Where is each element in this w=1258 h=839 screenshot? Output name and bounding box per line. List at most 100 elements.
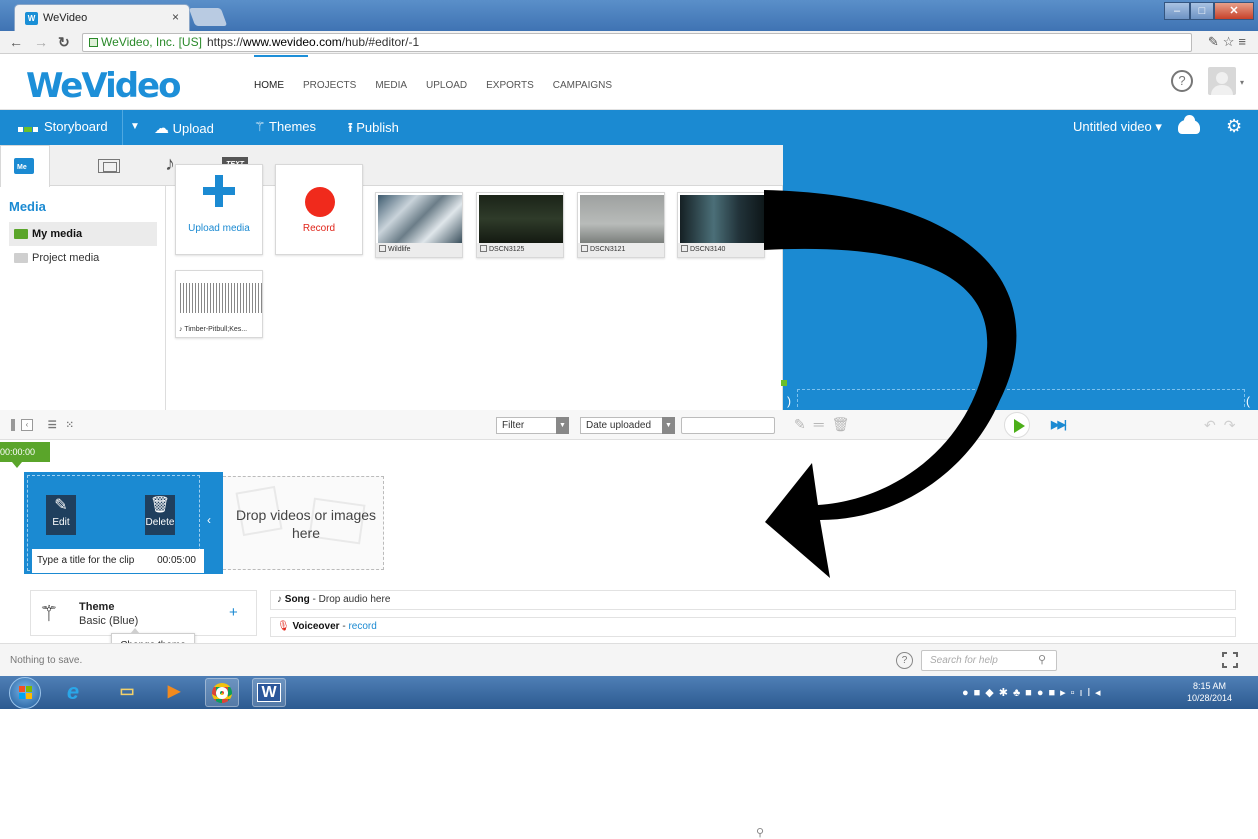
clip-collapse-icon[interactable]: ‹ — [207, 513, 211, 527]
menu-item-campaigns[interactable]: CAMPAIGNS — [553, 80, 612, 91]
chrome-icon[interactable] — [205, 678, 239, 707]
list-view-icon[interactable]: ☰ — [48, 420, 57, 431]
word-icon[interactable]: W — [252, 678, 286, 707]
avatar-caret-icon[interactable]: ▾ — [1240, 78, 1244, 87]
theme-title: Theme — [79, 601, 115, 613]
menu-item-home[interactable]: HOME — [254, 80, 284, 91]
video-title-menu[interactable]: Untitled video ▾ — [1073, 119, 1162, 135]
sidebar-item-my-media[interactable]: My media — [9, 222, 157, 246]
user-avatar[interactable] — [1208, 67, 1236, 95]
storyboard-mode-button[interactable]: Storyboard — [18, 119, 108, 135]
preview-scrub-track[interactable] — [797, 389, 1245, 407]
tab-close-icon[interactable]: × — [172, 10, 179, 24]
edit-clip-label: Edit — [52, 517, 70, 528]
upload-button[interactable]: ☁ Upload — [154, 119, 214, 137]
tab-my-media[interactable]: Me — [0, 145, 50, 187]
play-button[interactable] — [1004, 412, 1030, 438]
redo-icon[interactable]: ↷ — [1224, 417, 1244, 433]
url-text: https://www.wevideo.com/hub/#editor/-1 — [207, 34, 419, 51]
themes-button[interactable]: ⚚ Themes — [254, 119, 316, 135]
lock-icon — [89, 38, 98, 47]
record-tile[interactable]: Record — [275, 164, 363, 255]
new-tab-button[interactable] — [188, 8, 228, 26]
menu-item-upload[interactable]: UPLOAD — [426, 80, 467, 91]
help-search-input[interactable]: Search for help ⚲ — [921, 650, 1057, 671]
search-icon: ⚲ — [756, 827, 765, 839]
media-item-dscn3121[interactable]: DSCN3121 — [577, 192, 665, 258]
grid-view-icon[interactable]: ⁙ — [66, 420, 74, 431]
menu-item-projects[interactable]: PROJECTS — [303, 80, 356, 91]
filter-select[interactable]: Filter ▼ — [496, 417, 569, 434]
clip-title-field[interactable]: Type a title for the clip 00:05:00 — [32, 549, 204, 573]
record-voiceover-link[interactable]: record — [348, 621, 376, 632]
browser-tab-strip: W WeVideo × – □ ✕ — [0, 0, 1258, 31]
tab-clips[interactable] — [84, 145, 134, 186]
browser-tab[interactable]: W WeVideo × — [14, 4, 190, 31]
upload-media-tile[interactable]: Upload media — [175, 164, 263, 255]
fullscreen-icon[interactable] — [1222, 652, 1238, 668]
file-explorer-icon[interactable]: ▭ — [110, 678, 144, 707]
pencil-icon[interactable]: ✎ — [794, 416, 814, 432]
collapse-panel-button[interactable]: ‹ — [11, 419, 39, 431]
system-tray[interactable]: ●■◆✱♣■●■▸▫ıl◂ — [962, 686, 1106, 699]
url-bar[interactable]: WeVideo, Inc. [US] https://www.wevideo.c… — [82, 33, 1192, 52]
sort-select[interactable]: Date uploaded ▼ — [580, 417, 675, 434]
reload-icon[interactable]: ↻ — [58, 34, 70, 51]
menu-item-exports[interactable]: EXPORTS — [486, 80, 534, 91]
record-label: Record — [302, 223, 336, 234]
media-item-dscn3140[interactable]: DSCN3140 — [677, 192, 765, 258]
taskbar-clock[interactable]: 8:15 AM 10/28/2014 — [1187, 680, 1232, 704]
video-preview[interactable] — [783, 145, 1258, 410]
folder-icon — [14, 229, 28, 239]
windows-start-button[interactable] — [9, 677, 41, 709]
theme-value: Basic (Blue) — [79, 615, 139, 627]
address-toolbar: ← → ↻ WeVideo, Inc. [US] https://www.wev… — [0, 31, 1258, 54]
gear-icon[interactable]: ⚙ — [1226, 116, 1242, 137]
song-track[interactable]: ♪ Song - Drop audio here — [270, 590, 1236, 610]
skip-forward-icon[interactable]: ▶▶| — [1051, 418, 1067, 431]
split-icon[interactable]: ═ — [814, 416, 832, 432]
add-theme-icon[interactable]: + — [229, 604, 238, 621]
voiceover-track[interactable]: 🎙 Voiceover - record — [270, 617, 1236, 637]
menu-item-media[interactable]: MEDIA — [375, 80, 407, 91]
media-search-input[interactable] — [681, 417, 775, 434]
window-controls: – □ ✕ — [1164, 2, 1254, 20]
media-drop-zone[interactable]: Drop videos or images here — [223, 476, 384, 570]
theme-selector[interactable]: ⚚ Theme Basic (Blue) + — [30, 590, 257, 636]
preview-right-handle[interactable]: ( — [1246, 394, 1250, 408]
close-window-button[interactable]: ✕ — [1214, 2, 1254, 20]
sidebar-item-project-media[interactable]: Project media — [9, 246, 157, 270]
wevideo-logo[interactable]: WeVideo — [26, 66, 181, 106]
help-icon[interactable]: ? — [896, 652, 913, 669]
cloud-save-icon[interactable] — [1178, 115, 1200, 134]
video-thumbnail — [580, 195, 664, 243]
media-tabs: Me ♪ TEXT — [0, 145, 783, 187]
mode-dropdown-icon[interactable]: ▼ — [130, 121, 140, 132]
media-item-dscn3125[interactable]: DSCN3125 — [476, 192, 564, 258]
undo-icon[interactable]: ↶ — [1204, 417, 1224, 433]
back-arrow-icon[interactable]: ← — [9, 34, 23, 50]
filter-select-value: Filter — [502, 420, 525, 431]
preview-left-handle[interactable]: ) — [787, 394, 791, 408]
trash-icon[interactable]: 🗑 — [832, 416, 858, 432]
publish-button[interactable]: ⭱ Publish — [348, 119, 399, 141]
media-player-icon[interactable]: ▶ — [157, 678, 191, 707]
delete-clip-button[interactable]: 🗑 Delete — [145, 495, 175, 535]
edit-clip-button[interactable]: ✎ Edit — [46, 495, 76, 535]
plus-icon — [203, 175, 235, 207]
browser-menu-icons[interactable]: ✎☆≡ — [1208, 34, 1250, 50]
playhead-timecode[interactable]: 00:00:00 — [0, 442, 50, 462]
help-icon[interactable]: ? — [1171, 70, 1193, 92]
minimize-button[interactable]: – — [1164, 2, 1190, 20]
media-item-timber-audio[interactable]: ♪ Timber-Pitbull;Kes... — [175, 270, 263, 338]
media-library-panel: Me ♪ TEXT Media My media Project media U… — [0, 145, 783, 410]
storyboard-clip[interactable]: ✎ Edit 🗑 Delete Type a title for the clip … — [24, 472, 223, 574]
maximize-button[interactable]: □ — [1190, 2, 1214, 20]
media-item-wildlife[interactable]: Wildlife — [375, 192, 463, 258]
forward-arrow-icon[interactable]: → — [34, 34, 48, 50]
media-item-name: DSCN3140 — [690, 246, 726, 253]
internet-explorer-icon[interactable]: e — [56, 678, 90, 707]
secure-label: WeVideo, Inc. [US] — [101, 35, 202, 49]
drop-zone-text: Drop videos or images here — [235, 507, 377, 541]
logo-text: WeVideo — [26, 66, 181, 106]
